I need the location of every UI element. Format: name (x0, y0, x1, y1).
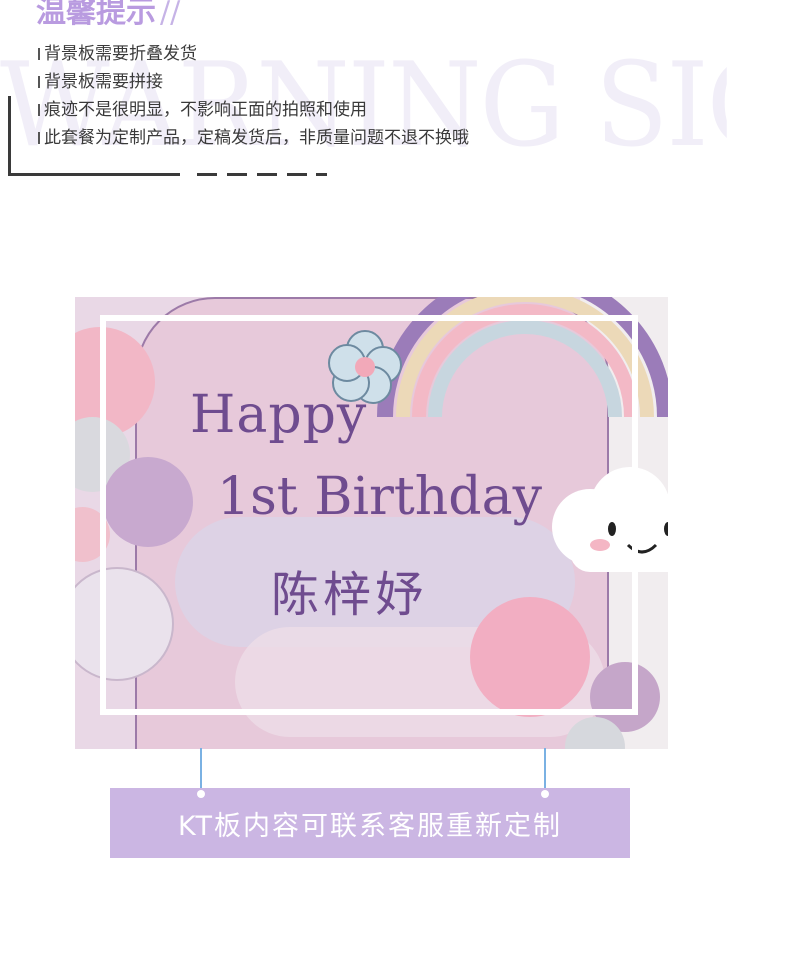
page-title: 温馨提示// (36, 0, 180, 32)
title-decoration: // (160, 0, 181, 30)
bracket-horizontal-divider (8, 173, 180, 176)
warning-note: 痕迹不是很明显，不影响正面的拍照和使用 (38, 96, 469, 124)
photo-frame (100, 315, 638, 715)
warning-note: 背景板需要折叠发货 (38, 40, 469, 68)
title-text: 温馨提示 (36, 0, 156, 30)
dash-divider (197, 173, 217, 176)
product-photo: Happy 1st Birthday 陈梓妤 (75, 297, 668, 749)
connector-dot (197, 790, 205, 798)
dash-divider (287, 173, 307, 176)
dash-divider (257, 173, 277, 176)
dash-divider (316, 173, 327, 176)
customization-caption: KT板内容可联系客服重新定制 (110, 788, 630, 858)
warning-note: 此套餐为定制产品，定稿发货后，非质量问题不退不换哦 (38, 124, 469, 152)
warning-note: 背景板需要拼接 (38, 68, 469, 96)
caption-text: KT板内容可联系客服重新定制 (177, 810, 563, 842)
dash-divider (227, 173, 247, 176)
connector-dot (541, 790, 549, 798)
warning-notes-list: 背景板需要折叠发货 背景板需要拼接 痕迹不是很明显，不影响正面的拍照和使用 此套… (38, 40, 469, 152)
bracket-vertical-divider (8, 96, 11, 176)
